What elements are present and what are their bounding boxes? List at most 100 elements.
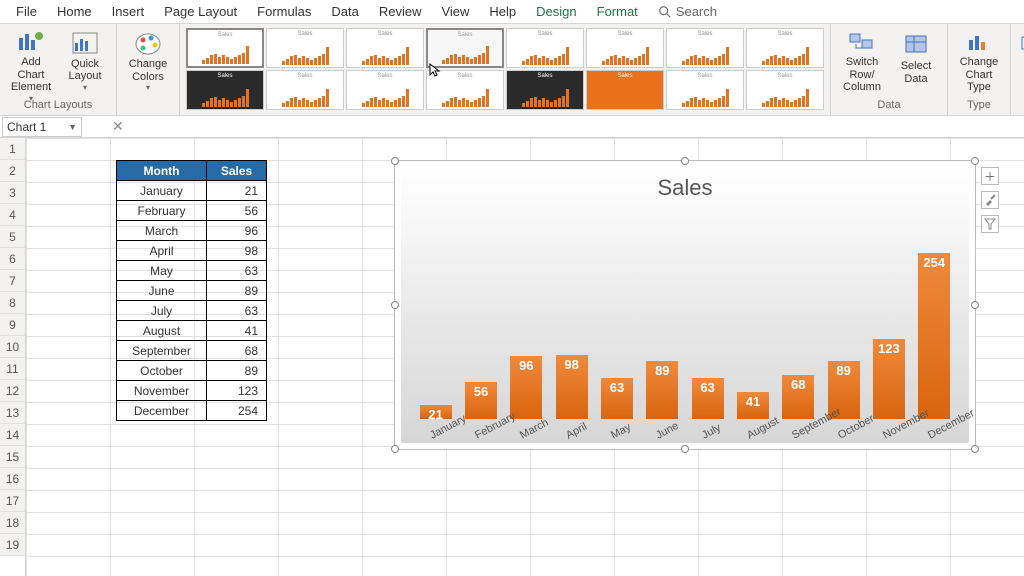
cell-month[interactable]: May [117,261,207,281]
table-row[interactable]: September68 [117,341,267,361]
chart-bar[interactable]: 63 [692,378,724,419]
table-row[interactable]: November123 [117,381,267,401]
add-chart-element-button[interactable]: Add Chart Element▾ [6,28,56,94]
resize-handle[interactable] [681,445,689,453]
resize-handle[interactable] [971,157,979,165]
cell-month[interactable]: November [117,381,207,401]
cell-month[interactable]: June [117,281,207,301]
row-header[interactable]: 13 [0,402,25,424]
switch-row-column-button[interactable]: Switch Row/ Column [837,28,887,94]
chart-bar[interactable]: 254 [918,253,950,419]
table-row[interactable]: June89 [117,281,267,301]
table-row[interactable]: March96 [117,221,267,241]
change-colors-button[interactable]: Change Colors▾ [123,28,173,94]
menu-format[interactable]: Format [587,1,648,22]
cell-sales[interactable]: 96 [207,221,267,241]
chart-style-thumb[interactable]: Sales [586,28,664,68]
worksheet[interactable]: 123 4 56 7 89 1011121314151617 1 8 19 Month Sale… [0,138,1024,576]
chart-bar[interactable]: 63 [601,378,633,419]
row-header[interactable]: 11 [0,358,25,380]
row-header[interactable]: 7 [0,270,25,292]
chart-style-thumb[interactable]: Sales [346,70,424,110]
cell-sales[interactable]: 254 [207,401,267,421]
row-header[interactable]: 8 [0,292,25,314]
menu-design[interactable]: Design [526,1,586,22]
cell-grid[interactable]: Month Sales January21February56March96Ap… [26,138,1024,576]
chart-bar[interactable]: 89 [646,361,678,419]
row-header[interactable]: 4 [0,204,25,226]
cell-sales[interactable]: 21 [207,181,267,201]
chart-bar[interactable]: 96 [510,356,542,419]
table-row[interactable]: January21 [117,181,267,201]
chart-style-thumb[interactable]: Sales [426,28,504,68]
cell-month[interactable]: March [117,221,207,241]
menu-formulas[interactable]: Formulas [247,1,321,22]
table-row[interactable]: February56 [117,201,267,221]
table-row[interactable]: April98 [117,241,267,261]
row-header[interactable]: 12 [0,380,25,402]
cell-month[interactable]: April [117,241,207,261]
quick-layout-button[interactable]: Quick Layout▾ [60,28,110,94]
row-header[interactable]: 5 [0,226,25,248]
cell-sales[interactable]: 68 [207,341,267,361]
chart-style-thumb[interactable]: Sales [666,28,744,68]
row-header[interactable]: 1 [0,138,25,160]
cancel-formula-button[interactable]: ✕ [112,118,124,135]
chart-style-thumb[interactable]: Sales [666,70,744,110]
row-header[interactable]: 3 [0,182,25,204]
menu-review[interactable]: Review [369,1,432,22]
cell-sales[interactable]: 56 [207,201,267,221]
resize-handle[interactable] [971,445,979,453]
chart-bar[interactable]: 56 [465,382,497,419]
menu-file[interactable]: File [6,1,47,22]
row-header[interactable]: 10 [0,336,25,358]
chart-bar[interactable]: 68 [782,375,814,419]
cell-month[interactable]: December [117,401,207,421]
chart-style-thumb[interactable]: Sales [186,28,264,68]
row-header[interactable]: 14 [0,424,25,446]
search-box[interactable]: Search [658,4,717,19]
resize-handle[interactable] [391,445,399,453]
cell-sales[interactable]: 89 [207,281,267,301]
cell-sales[interactable]: 89 [207,361,267,381]
menu-data[interactable]: Data [321,1,368,22]
chart-style-thumb[interactable]: Sales [346,28,424,68]
menu-help[interactable]: Help [479,1,526,22]
table-row[interactable]: July63 [117,301,267,321]
row-header[interactable]: 2 [0,160,25,182]
cell-month[interactable]: July [117,301,207,321]
row-header[interactable]: 17 [0,490,25,512]
chart-style-thumb[interactable]: Sales [266,70,344,110]
move-chart-button[interactable]: M Ch [1017,28,1024,94]
chart-plot-area[interactable]: Sales 21569698638963416889123254 January… [401,167,969,443]
row-header[interactable]: 9 [0,314,25,336]
menu-insert[interactable]: Insert [102,1,155,22]
cell-sales[interactable]: 63 [207,261,267,281]
cell-sales[interactable]: 41 [207,321,267,341]
resize-handle[interactable] [971,301,979,309]
chart-bar[interactable]: 98 [556,355,588,419]
data-table[interactable]: Month Sales January21February56March96Ap… [116,160,267,421]
chart-style-thumb[interactable]: Sales [506,70,584,110]
table-row[interactable]: August41 [117,321,267,341]
chart-style-thumb[interactable]: Sales [586,70,664,110]
chart-style-thumb[interactable]: Sales [426,70,504,110]
row-header[interactable]: 19 [0,534,25,556]
menu-view[interactable]: View [431,1,479,22]
chart-styles-button[interactable] [981,191,999,209]
resize-handle[interactable] [391,157,399,165]
name-box[interactable]: Chart 1 ▼ [2,117,82,137]
cell-month[interactable]: January [117,181,207,201]
cell-sales[interactable]: 123 [207,381,267,401]
row-header[interactable]: 15 [0,446,25,468]
cell-sales[interactable]: 63 [207,301,267,321]
cell-month[interactable]: August [117,321,207,341]
cell-month[interactable]: September [117,341,207,361]
menu-home[interactable]: Home [47,1,102,22]
row-header[interactable]: 16 [0,468,25,490]
table-row[interactable]: October89 [117,361,267,381]
chart-elements-button[interactable]: ＋ [981,167,999,185]
col-header-month[interactable]: Month [117,161,207,181]
table-row[interactable]: December254 [117,401,267,421]
chart-style-thumb[interactable]: Sales [746,28,824,68]
